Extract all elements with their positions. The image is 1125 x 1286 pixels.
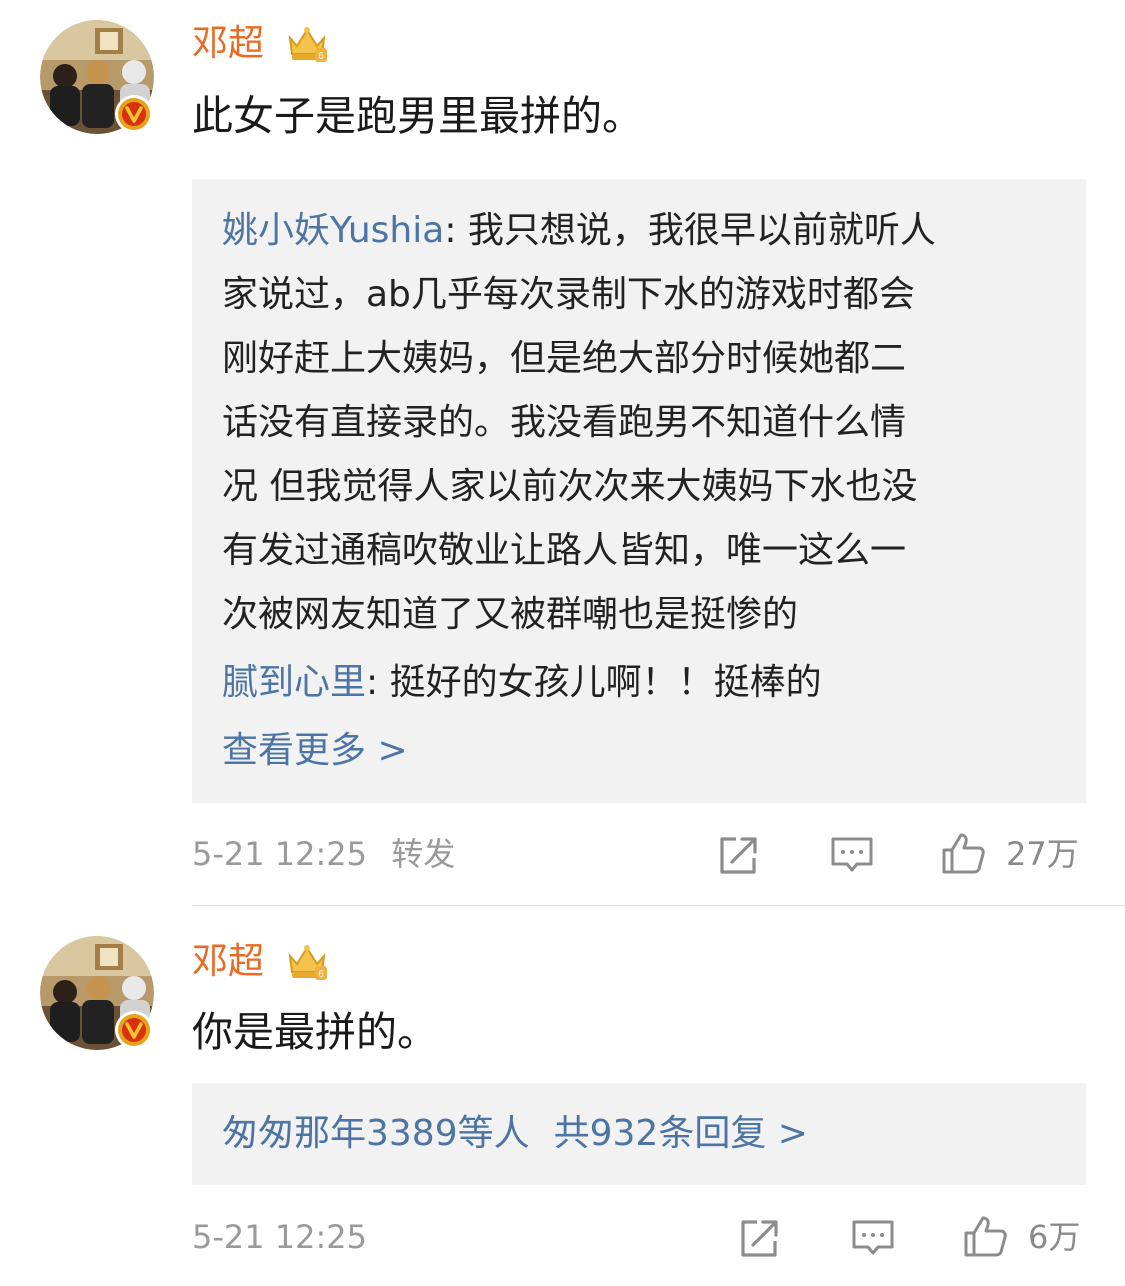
comment-text: 你是最拼的。	[192, 1008, 438, 1056]
repost-link[interactable]: 转发	[391, 835, 455, 873]
svg-text:6: 6	[318, 51, 324, 62]
reply-text-line: 次被网友知道了又被群嘲也是挺惨的	[222, 594, 799, 635]
reply-summary-count: 共932条回复 >	[553, 1113, 808, 1154]
comment-meta: 5-21 12:25	[192, 1215, 367, 1259]
reply-summary-box[interactable]: 匆匆那年3389等人 共932条回复 >	[192, 1083, 1086, 1185]
comment-item: 邓超 6 此女子是跑男里最拼的。 姚小妖Yushia: 我只想说，我很早以前就听…	[0, 0, 1125, 905]
reply-author[interactable]: 腻到心里	[222, 662, 366, 703]
like-count: 6万	[1028, 1218, 1081, 1256]
username[interactable]: 邓超	[192, 20, 264, 68]
avatar[interactable]	[40, 20, 154, 134]
reply-text-line: 刚好赶上大姨妈，但是绝大部分时候她都二	[222, 338, 907, 379]
thumbs-up-icon[interactable]	[940, 830, 986, 876]
reply-summary[interactable]: 匆匆那年3389等人 共932条回复 >	[222, 1102, 808, 1166]
reply-text-line: 况 但我觉得人家以前次次来大姨妈下水也没	[222, 466, 918, 507]
reply-text: : 我只想说，我很早以前就听人	[444, 210, 936, 251]
reply-item: 姚小妖Yushia: 我只想说，我很早以前就听人	[222, 199, 936, 263]
crown-icon: 6	[288, 945, 327, 980]
reply-text-line: 话没有直接录的。我没看跑男不知道什么情	[222, 402, 907, 443]
avatar[interactable]	[40, 936, 154, 1050]
view-more-link[interactable]: 查看更多 >	[222, 719, 408, 783]
reply-text-line: 家说过，ab几乎每次录制下水的游戏时都会	[222, 274, 915, 315]
reply-text: : 挺好的女孩儿啊！！挺棒的	[366, 662, 822, 703]
comment-text: 此女子是跑男里最拼的。	[192, 92, 643, 140]
reply-summary-users: 匆匆那年3389等人	[222, 1113, 530, 1154]
share-icon[interactable]	[737, 1215, 783, 1261]
username[interactable]: 邓超	[192, 938, 264, 986]
thumbs-up-icon[interactable]	[962, 1213, 1008, 1259]
comment-item: 邓超 6 你是最拼的。 匆匆那年3389等人 共932条回复 > 5-21 12:…	[0, 906, 1125, 1286]
like-count: 27万	[1006, 835, 1079, 873]
crown-icon: 6	[288, 27, 327, 62]
timestamp: 5-21 12:25	[192, 1218, 368, 1256]
reply-preview-box[interactable]: 姚小妖Yushia: 我只想说，我很早以前就听人 家说过，ab几乎每次录制下水的…	[192, 179, 1086, 803]
reply-text-line: 有发过通稿吹敬业让路人皆知，唯一这么一	[222, 530, 907, 571]
reply-author[interactable]: 姚小妖Yushia	[222, 210, 444, 251]
timestamp: 5-21 12:25	[192, 835, 368, 873]
comment-icon[interactable]	[850, 1215, 896, 1261]
comment-meta: 5-21 12:25 转发	[192, 832, 455, 876]
comment-icon[interactable]	[829, 832, 875, 878]
svg-text:6: 6	[318, 969, 324, 980]
verified-v-icon	[115, 95, 153, 133]
reply-item: 腻到心里: 挺好的女孩儿啊！！挺棒的	[222, 651, 822, 715]
share-icon[interactable]	[716, 832, 762, 878]
verified-v-icon	[115, 1011, 153, 1049]
